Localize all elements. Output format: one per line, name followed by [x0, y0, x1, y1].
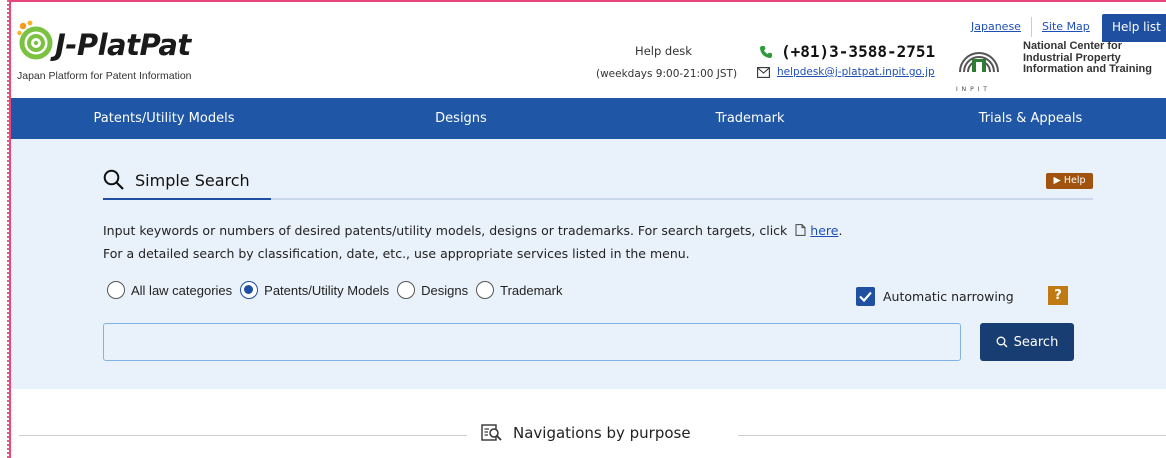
- inpit-name: National Center for Industrial Property …: [1023, 40, 1152, 76]
- radio-button-selected[interactable]: [240, 281, 259, 299]
- description-line-2: For a detailed search by classification,…: [103, 246, 690, 261]
- helpdesk-hours: (weekdays 9:00-21:00 JST): [596, 68, 738, 80]
- navigations-heading: Navigations by purpose: [481, 423, 691, 443]
- checkmark-icon: [859, 291, 872, 303]
- helpdesk-title: Help desk: [635, 44, 692, 58]
- radio-label: Trademark: [500, 282, 563, 298]
- simple-search-title: Simple Search: [103, 169, 250, 191]
- email-link[interactable]: helpdesk@j-platpat.inpit.go.jp: [777, 66, 935, 78]
- search-icon: [103, 169, 124, 190]
- search-button-label: Search: [1013, 334, 1059, 350]
- automatic-narrowing-checkbox[interactable]: [856, 287, 875, 306]
- inpit-line-1: National Center for: [1023, 40, 1123, 52]
- radio-label: Patents/Utility Models: [264, 282, 390, 298]
- automatic-narrowing[interactable]: Automatic narrowing: [856, 287, 1014, 306]
- nav-designs[interactable]: Designs: [317, 98, 605, 139]
- radio-button[interactable]: [397, 281, 416, 299]
- navigations-section: Navigations by purpose: [11, 418, 1166, 452]
- site-header: J-PlatPat Japan Platform for Patent Info…: [11, 2, 1166, 98]
- nav-patents[interactable]: Patents/Utility Models: [11, 98, 317, 139]
- radio-label: Designs: [421, 282, 469, 298]
- search-button[interactable]: Search: [980, 323, 1074, 361]
- simple-search-panel: Simple Search ▶ Help Input keywords or n…: [11, 139, 1166, 389]
- navigations-title: Navigations by purpose: [513, 424, 691, 442]
- main-nav: Patents/Utility Models Designs Trademark…: [11, 98, 1166, 139]
- title-underline: [103, 198, 271, 200]
- helpdesk-info: Help desk (weekdays 9:00-21:00 JST): [596, 43, 738, 82]
- phone-icon: [760, 45, 772, 58]
- description-line-1: Input keywords or numbers of desired pat…: [103, 219, 842, 242]
- radio-all-law[interactable]: All law categories: [107, 281, 232, 299]
- document-icon: [795, 224, 806, 236]
- radio-button[interactable]: [476, 281, 495, 299]
- automatic-narrowing-label: Automatic narrowing: [883, 289, 1014, 304]
- document-search-icon: [481, 424, 502, 441]
- brand-tagline: Japan Platform for Patent Information: [17, 70, 192, 82]
- divider: [19, 435, 467, 436]
- inpit-logo-icon: [959, 52, 999, 73]
- description-period: .: [838, 223, 843, 238]
- site-map-link[interactable]: Site Map: [1032, 16, 1100, 38]
- law-category-radios: All law categories Patents/Utility Model…: [107, 281, 571, 299]
- radio-label: All law categories: [131, 282, 233, 298]
- simple-search-title-text: Simple Search: [135, 170, 250, 190]
- logo-mark-icon: [17, 20, 53, 60]
- radio-patents[interactable]: Patents/Utility Models: [240, 281, 389, 299]
- mail-icon: [757, 66, 770, 78]
- site-logo[interactable]: J-PlatPat Japan Platform for Patent Info…: [17, 20, 217, 85]
- question-mark-icon[interactable]: ?: [1048, 286, 1068, 305]
- simple-search-header: Simple Search ▶ Help: [103, 162, 1093, 200]
- inpit-letters: I N P I T: [956, 86, 988, 93]
- radio-trademark[interactable]: Trademark: [476, 281, 563, 299]
- nav-trials-appeals[interactable]: Trials & Appeals: [895, 98, 1166, 139]
- helpdesk-email[interactable]: helpdesk@j-platpat.inpit.go.jp: [757, 66, 935, 78]
- helpdesk-phone: (+81)3-3588-2751: [759, 42, 935, 61]
- help-button[interactable]: ▶ Help: [1046, 173, 1093, 189]
- japanese-link[interactable]: Japanese: [961, 16, 1031, 38]
- search-input[interactable]: [103, 323, 961, 361]
- here-link[interactable]: here: [810, 223, 838, 238]
- help-list-button[interactable]: Help list: [1102, 14, 1166, 42]
- radio-designs[interactable]: Designs: [397, 281, 468, 299]
- top-links: Japanese Site Map: [961, 16, 1100, 38]
- radio-button[interactable]: [107, 281, 125, 299]
- divider: [738, 435, 1166, 436]
- phone-number: (+81)3-3588-2751: [781, 42, 936, 61]
- search-icon: [996, 336, 1008, 348]
- nav-trademark[interactable]: Trademark: [605, 98, 895, 139]
- search-description: Input keywords or numbers of desired pat…: [103, 219, 842, 265]
- description-text-1: Input keywords or numbers of desired pat…: [103, 223, 788, 238]
- left-frame-edge: [0, 0, 9, 458]
- inpit-line-3: Information and Training: [1023, 63, 1152, 75]
- brand-name: J-PlatPat: [55, 28, 191, 62]
